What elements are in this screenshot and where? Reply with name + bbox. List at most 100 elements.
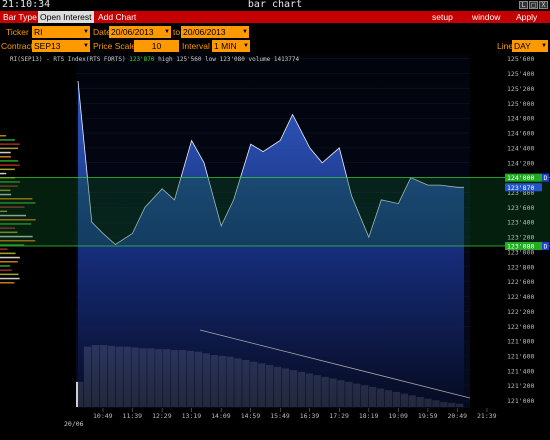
last-price: 123'870 (129, 56, 155, 63)
high-value: 125'560 (176, 56, 202, 63)
x-tick-label: 10:49 (93, 412, 113, 420)
profile-bar (0, 248, 8, 250)
y-tick-label: 124'400 (507, 144, 534, 152)
y-tick-label: 125'400 (507, 70, 534, 78)
y-tick-label: 122'800 (507, 263, 534, 271)
profile-bar (0, 156, 11, 158)
volume-label: volume (248, 56, 271, 63)
price-tag-label: 123'080 (507, 242, 534, 250)
price-scale-field[interactable]: 10 (134, 40, 179, 52)
interval-field[interactable]: 1 MIN ▼ (212, 40, 250, 52)
ticker-label: Ticker (6, 27, 29, 37)
price-tag-label: 123'870 (507, 184, 534, 192)
line-label: Line (497, 41, 514, 51)
profile-bar (0, 139, 16, 141)
apply-button[interactable]: Apply (514, 11, 539, 23)
symbol-text: RI(SEP13) - RTS Index(RTS FORTS) (10, 56, 126, 63)
profile-bar (0, 273, 19, 276)
profile-bar (0, 265, 11, 267)
y-tick-label: 121'400 (507, 367, 534, 375)
x-tick-label: 13:19 (182, 412, 202, 420)
add-chart-menu[interactable]: Add Chart (96, 11, 138, 23)
profile-bar (0, 277, 20, 280)
low-value: 123'080 (219, 56, 245, 63)
low-label: low (205, 56, 216, 63)
to-label: to (173, 27, 181, 37)
date-to-field[interactable]: 20/06/2013 ▼ (181, 26, 249, 38)
y-tick-label: 124'600 (507, 130, 534, 138)
ticker-value: RI (34, 27, 43, 37)
profile-bar (0, 252, 16, 255)
interval-label: Interval (182, 41, 210, 51)
y-tick-label: 125'000 (507, 100, 534, 108)
dropdown-arrow-icon: ▼ (164, 29, 170, 35)
price-tag-label: 124'000 (507, 174, 534, 182)
range-band (0, 177, 550, 246)
x-tick-label: 20:49 (447, 412, 467, 420)
ticker-field[interactable]: RI ▼ (32, 26, 90, 38)
line-value: DAY (514, 41, 531, 51)
y-tick-label: 124'800 (507, 115, 534, 123)
dropdown-arrow-icon: ▼ (83, 43, 89, 49)
x-tick-label: 18:19 (359, 412, 379, 420)
title-bar: 21:10:34 bar chart L □ X (0, 0, 550, 11)
y-tick-label: 123'200 (507, 234, 534, 242)
profile-bar (0, 160, 19, 162)
y-tick-label: 121'600 (507, 352, 534, 360)
window-menu[interactable]: window (470, 11, 502, 23)
close-button[interactable]: X (539, 1, 548, 9)
day-range-band (0, 177, 550, 247)
y-tick-label: 122'000 (507, 323, 534, 331)
minimize-button[interactable]: L (519, 1, 528, 9)
profile-bar (0, 256, 20, 259)
profile-bar (0, 282, 15, 284)
window-controls: L □ X (519, 1, 548, 9)
line-field[interactable]: DAY ▼ (512, 40, 548, 52)
maximize-button[interactable]: □ (529, 1, 538, 9)
date-to-value: 20/06/2013 (183, 27, 226, 37)
setup-menu[interactable]: setup (430, 11, 455, 23)
profile-bar (0, 147, 19, 150)
contract-value: SEP13 (34, 41, 61, 51)
profile-bar (0, 164, 20, 166)
profile-bar (0, 135, 6, 137)
contract-label: Contract (1, 41, 34, 51)
profile-bar (0, 151, 11, 154)
dropdown-arrow-icon: ▼ (242, 29, 248, 35)
interval-value: 1 MIN (214, 41, 237, 51)
y-tick-label: 123'600 (507, 204, 534, 212)
profile-bar (0, 168, 15, 171)
date-from-field[interactable]: 20/06/2013 ▼ (109, 26, 171, 38)
y-tick-label: 124'200 (507, 159, 534, 167)
open-interest-menu[interactable]: Open Interest (38, 11, 94, 23)
x-tick-label: 12:29 (152, 412, 172, 420)
volume-value: 1413774 (273, 56, 300, 63)
x-tick-label: 14:59 (241, 412, 261, 420)
profile-bar (0, 261, 18, 263)
y-tick-label: 125'200 (507, 85, 534, 93)
x-tick-label: 21:39 (477, 412, 497, 420)
y-tick-label: 122'400 (507, 293, 534, 301)
y-tick-label: 123'400 (507, 219, 534, 227)
toolbar: Ticker RI ▼ Date 20/06/2013 ▼ to 20/06/201… (0, 23, 550, 55)
profile-bar (0, 172, 7, 175)
contract-field[interactable]: SEP13 ▼ (32, 40, 90, 52)
x-tick-label: 16:39 (300, 412, 320, 420)
y-tick-label: 121'200 (507, 382, 534, 390)
dropdown-arrow-icon: ▼ (83, 29, 89, 35)
y-tick-label: 122'600 (507, 278, 534, 286)
x-tick-label: 11:39 (123, 412, 143, 420)
y-tick-label: 125'600 (507, 55, 534, 63)
x-tick-label: 14:09 (211, 412, 231, 420)
menu-bar: Bar Type Open Interest Add Chart setup w… (0, 11, 550, 23)
y-tick-label: 122'200 (507, 308, 534, 316)
window-title: bar chart (247, 0, 303, 10)
bar-type-menu[interactable]: Bar Type (1, 11, 39, 23)
profile-bar (0, 143, 20, 145)
price-scale-label: Price Scale (93, 41, 136, 51)
x-tick-label: 19:09 (388, 412, 408, 420)
y-tick-label: 121'800 (507, 338, 534, 346)
price-chart[interactable]: 125'600 125'400 125'200 125'000 124'800 124'6… (0, 55, 550, 420)
price-tag-side-label: D (544, 174, 548, 182)
dropdown-arrow-icon: ▼ (243, 43, 249, 49)
